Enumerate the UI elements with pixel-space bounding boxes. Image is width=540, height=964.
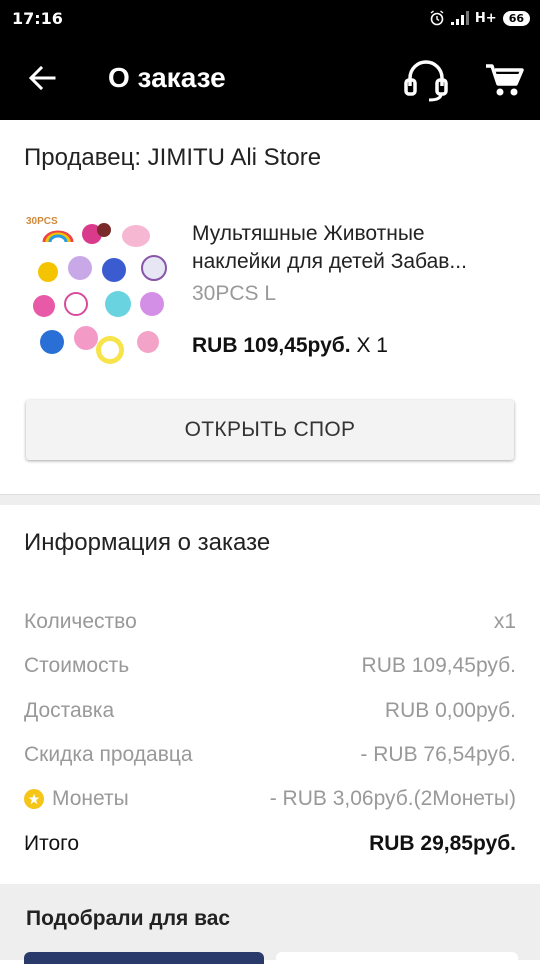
recommendations-section: Подобрали для вас xyxy=(0,884,540,964)
info-label: Итого xyxy=(24,832,80,855)
product-name-line1: Мультяшные Животные xyxy=(192,222,425,245)
cart-icon xyxy=(486,64,524,96)
info-label: Скидка продавца xyxy=(24,743,193,766)
section-divider xyxy=(0,495,540,505)
arrow-left-icon xyxy=(28,65,56,91)
status-icons: H+ 66 xyxy=(429,10,530,26)
headset-icon xyxy=(404,60,448,102)
price-value: RUB 109,45руб. xyxy=(192,334,351,357)
support-button[interactable] xyxy=(400,58,452,102)
info-value: - RUB 3,06руб.(2Монеты) xyxy=(269,787,516,810)
recommendation-card[interactable] xyxy=(24,952,264,964)
network-type: H+ xyxy=(474,10,497,26)
coins-label-group: Монеты xyxy=(24,787,129,811)
coin-icon xyxy=(24,789,44,809)
order-card: Продавец: JIMITU Ali Store 30PCS Мультяш… xyxy=(0,120,540,495)
status-time: 17:16 xyxy=(12,8,63,28)
recommendation-card[interactable] xyxy=(276,952,518,964)
quantity-value: X 1 xyxy=(350,334,388,357)
page-title: О заказе xyxy=(108,62,226,93)
info-row-quantity: Количество x1 xyxy=(24,607,516,637)
product-name-line2: наклейки для детей Забав... xyxy=(192,250,467,273)
back-button[interactable] xyxy=(22,60,62,96)
product-thumbnail[interactable]: 30PCS xyxy=(24,212,174,368)
thumbnail-label: 30PCS xyxy=(26,216,58,227)
cart-button[interactable] xyxy=(482,58,526,102)
info-row-coins: Монеты - RUB 3,06руб.(2Монеты) xyxy=(24,784,516,814)
info-label: Монеты xyxy=(52,787,129,810)
info-row-total: Итого RUB 29,85руб. xyxy=(24,829,516,859)
open-dispute-button[interactable]: ОТКРЫТЬ СПОР xyxy=(26,400,514,460)
info-value: x1 xyxy=(493,610,516,633)
info-value: RUB 109,45руб. xyxy=(361,654,516,677)
product-price: RUB 109,45руб. X 1 xyxy=(192,334,388,358)
signal-icon xyxy=(450,11,469,25)
info-row-cost: Стоимость RUB 109,45руб. xyxy=(24,651,516,681)
app-bar: О заказе xyxy=(0,36,540,120)
info-value: RUB 0,00руб. xyxy=(384,699,516,722)
info-row-seller-discount: Скидка продавца - RUB 76,54руб. xyxy=(24,740,516,770)
info-label: Доставка xyxy=(24,699,115,722)
seller-name[interactable]: Продавец: JIMITU Ali Store xyxy=(24,144,321,172)
info-value: RUB 29,85руб. xyxy=(369,832,516,855)
info-row-shipping: Доставка RUB 0,00руб. xyxy=(24,696,516,726)
product-name[interactable]: Мультяшные Животные наклейки для детей З… xyxy=(192,220,516,276)
recommendations-title: Подобрали для вас xyxy=(26,907,231,930)
info-label: Количество xyxy=(24,610,137,633)
unicorn-stickers-image: 30PCS xyxy=(24,212,174,368)
alarm-icon xyxy=(430,10,444,26)
status-bar: 17:16 H+ 66 xyxy=(0,0,540,36)
info-value: - RUB 76,54руб. xyxy=(360,743,516,766)
info-label: Стоимость xyxy=(24,654,130,677)
order-info-title: Информация о заказе xyxy=(24,529,271,556)
product-variant: 30PCS L xyxy=(192,282,277,305)
order-info-section: Информация о заказе Количество x1 Стоимо… xyxy=(0,505,540,883)
battery-level: 66 xyxy=(502,10,530,26)
